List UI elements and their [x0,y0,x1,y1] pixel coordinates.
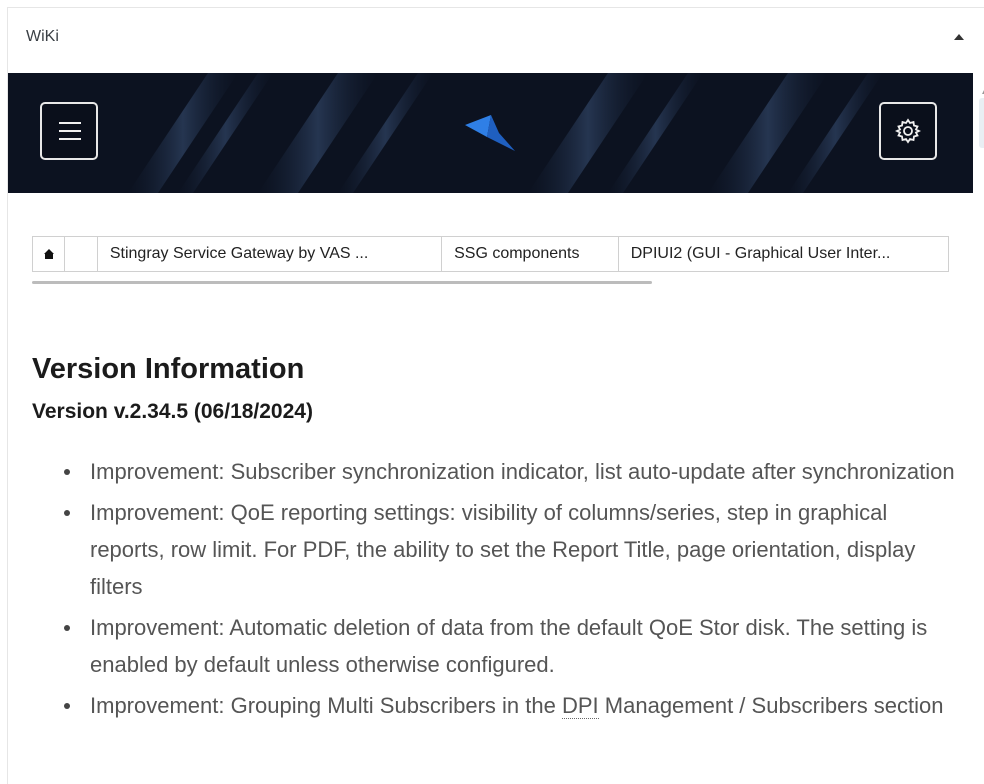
list-item: Improvement: QoE reporting settings: vis… [64,494,962,605]
version-heading: Version v.2.34.5 (06/18/2024) [32,400,313,423]
gear-icon [895,118,921,144]
breadcrumb: Stingray Service Gateway by VAS ... SSG … [32,236,949,291]
breadcrumb-bar: Stingray Service Gateway by VAS ... SSG … [32,236,949,272]
breadcrumb-item-dpiui2[interactable]: DPIUI2 (GUI - Graphical User Inter... [619,237,948,271]
breadcrumb-home[interactable] [33,237,65,271]
page-title: Version Information [32,353,305,385]
caret-up-icon[interactable] [954,34,964,40]
wiki-content: Version Information Version v.2.34.5 (06… [32,350,962,728]
menu-button[interactable] [40,102,98,160]
panel-header[interactable]: WiKi [8,8,984,72]
note-text: Improvement: Grouping Multi Subscribers … [90,693,562,718]
scroll-up-icon[interactable]: ▲ [980,86,984,97]
breadcrumb-spacer [65,237,98,271]
home-icon [44,249,54,259]
note-text: Management / Subscribers section [598,693,944,718]
breadcrumb-item-ssg[interactable]: Stingray Service Gateway by VAS ... [98,237,443,271]
dpi-abbreviation[interactable]: DPI [561,693,599,719]
breadcrumb-scrollbar[interactable] [32,281,652,284]
settings-button[interactable] [879,102,937,160]
list-item: Improvement: Subscriber synchronization … [64,453,962,490]
panel-title: WiKi [26,28,59,45]
release-notes-list: Improvement: Subscriber synchronization … [32,453,962,724]
wiki-panel: WiKi Stingray Service Gateway by VAS ...… [7,7,984,784]
vertical-scrollbar-thumb[interactable] [979,98,984,148]
stingray-logo [465,115,515,151]
wiki-banner [8,73,973,193]
list-item: Improvement: Grouping Multi Subscribers … [64,687,962,724]
breadcrumb-item-ssg-components[interactable]: SSG components [442,237,619,271]
list-item: Improvement: Automatic deletion of data … [64,609,962,683]
